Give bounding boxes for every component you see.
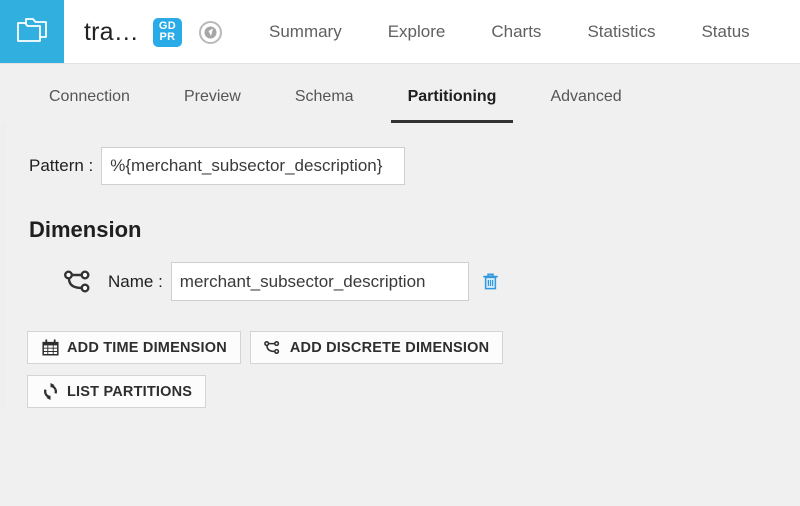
dimension-row: Name : (0, 243, 800, 301)
partitioning-screen: tra… GD PR Summary Explore Charts Statis… (0, 0, 800, 506)
compass-icon[interactable] (198, 19, 224, 45)
tab-partitioning[interactable]: Partitioning (381, 88, 524, 123)
top-nav-item-summary[interactable]: Summary (246, 22, 365, 42)
top-navigation: Summary Explore Charts Statistics Status (246, 22, 800, 42)
tab-preview[interactable]: Preview (157, 88, 268, 123)
dataset-title: tra… (84, 18, 139, 47)
gdpr-badge-line2: PR (153, 32, 182, 44)
left-gutter-strip (0, 123, 5, 408)
pattern-input[interactable] (101, 147, 405, 185)
trash-icon[interactable] (481, 271, 501, 293)
dimension-section-title: Dimension (0, 185, 800, 243)
top-nav-item-charts[interactable]: Charts (468, 22, 564, 42)
partitioning-content: Pattern : Dimension Name : (0, 123, 800, 408)
top-nav-item-status[interactable]: Status (678, 22, 772, 42)
top-header-bar: tra… GD PR Summary Explore Charts Statis… (0, 0, 800, 64)
add-discrete-dimension-label: ADD DISCRETE DIMENSION (290, 340, 489, 356)
discrete-dimension-icon (62, 269, 96, 295)
add-time-dimension-button[interactable]: ADD TIME DIMENSION (27, 331, 241, 364)
tab-advanced[interactable]: Advanced (523, 88, 648, 123)
folder-stack-icon (15, 16, 49, 49)
dimension-name-input[interactable] (171, 262, 469, 301)
list-partitions-row: LIST PARTITIONS (0, 364, 800, 408)
tab-connection[interactable]: Connection (22, 88, 157, 123)
dimension-button-row: ADD TIME DIMENSION ADD DISCRETE DIMENSIO… (0, 301, 800, 364)
list-partitions-label: LIST PARTITIONS (67, 384, 192, 400)
gdpr-badge[interactable]: GD PR (153, 18, 182, 47)
add-discrete-dimension-button[interactable]: ADD DISCRETE DIMENSION (250, 331, 503, 364)
top-nav-item-explore[interactable]: Explore (365, 22, 469, 42)
dimension-name-label: Name : (108, 272, 163, 292)
list-partitions-button[interactable]: LIST PARTITIONS (27, 375, 206, 408)
top-nav-item-statistics[interactable]: Statistics (564, 22, 678, 42)
discrete-dimension-icon (264, 339, 282, 357)
refresh-icon (41, 383, 59, 401)
calendar-icon (41, 339, 59, 357)
add-time-dimension-label: ADD TIME DIMENSION (67, 340, 227, 356)
pattern-label: Pattern : (29, 156, 93, 176)
app-logo[interactable] (0, 0, 64, 64)
pattern-row: Pattern : (0, 123, 800, 185)
secondary-tab-bar: Connection Preview Schema Partitioning A… (0, 64, 800, 123)
tab-schema[interactable]: Schema (268, 88, 381, 123)
